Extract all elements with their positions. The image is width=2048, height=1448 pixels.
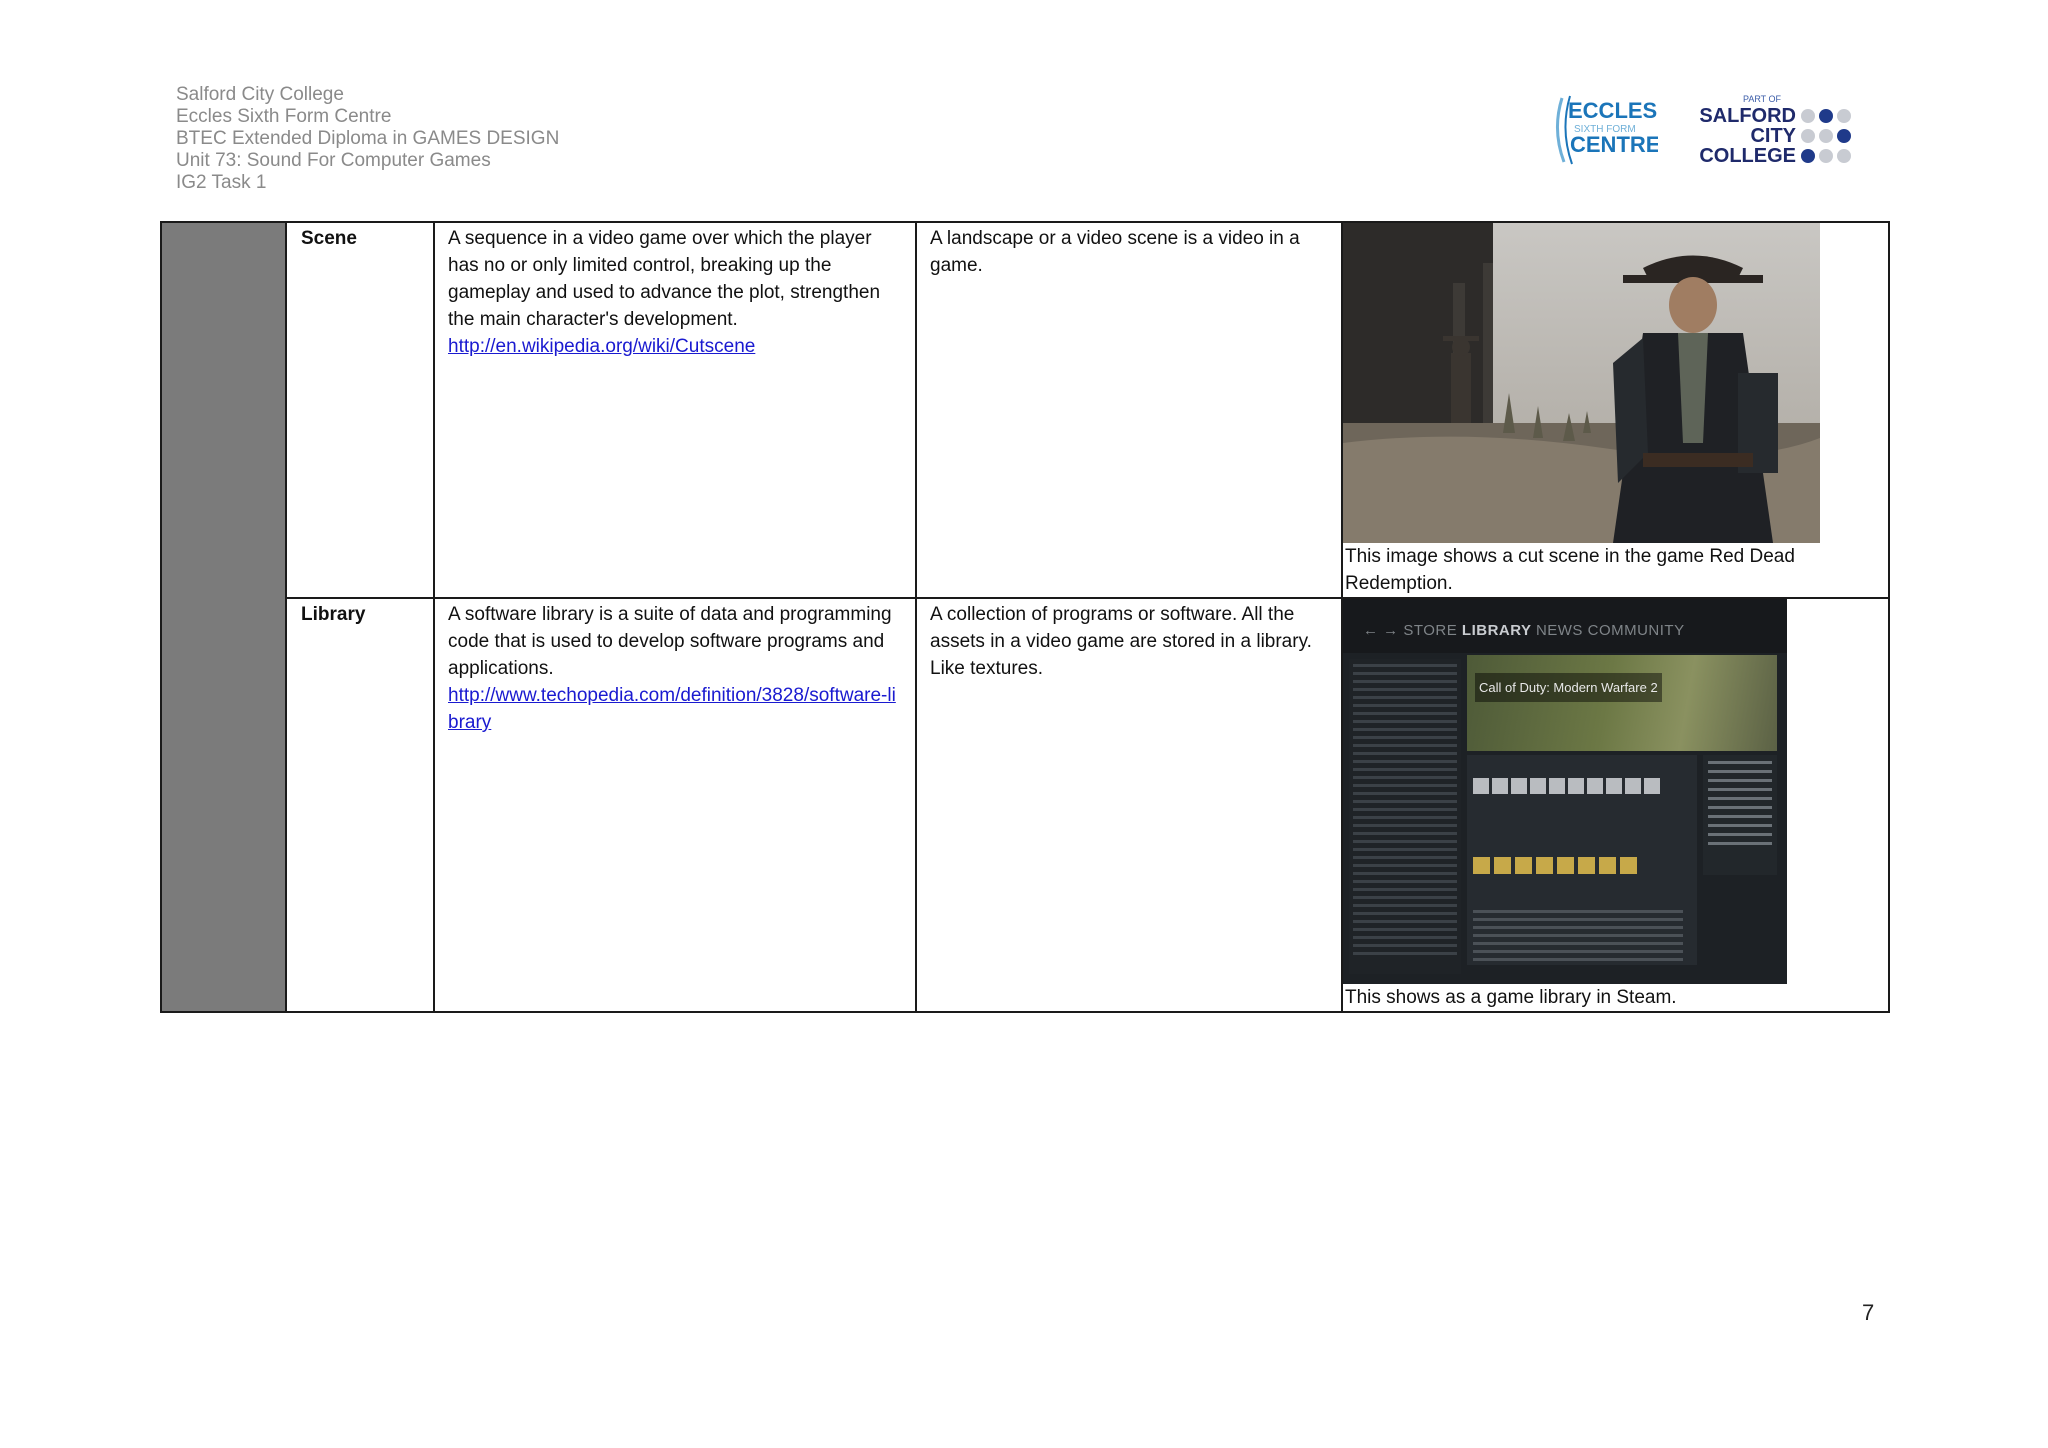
image-cell: This image shows a cut scene in the game… — [1341, 221, 1890, 599]
salford-logo-line1: SALFORD — [1700, 105, 1796, 127]
header-text-block: Salford City College Eccles Sixth Form C… — [176, 84, 559, 194]
table-row: Library A software library is a suite of… — [161, 597, 1890, 1013]
course-title: BTEC Extended Diploma in GAMES DESIGN — [176, 128, 560, 149]
term-label: Library — [301, 604, 366, 625]
red-dead-redemption-image — [1343, 223, 1820, 543]
steam-nav-library: LIBRARY — [1461, 622, 1532, 639]
glossary-table: Scene A sequence in a video game over wh… — [160, 221, 1890, 1013]
salford-logo-part-of: PART OF — [1743, 94, 1782, 104]
steam-links-panel — [1703, 755, 1777, 875]
definition-text: A software library is a suite of data an… — [448, 604, 892, 679]
term-cell: Scene — [285, 221, 435, 599]
image-caption: This shows as a game library in Steam. — [1345, 987, 1677, 1008]
term-cell: Library — [285, 597, 435, 1013]
own-words-cell: A collection of programs or software. Al… — [915, 597, 1343, 1013]
own-words-text: A landscape or a video scene is a video … — [930, 228, 1300, 276]
logo-dots — [1801, 109, 1851, 163]
unit-title: Unit 73: Sound For Computer Games — [176, 150, 491, 171]
side-bar — [160, 221, 287, 1013]
steam-top-bar: ← → STORE LIBRARY NEWS COMMUNITY — [1343, 599, 1787, 653]
steam-game-banner: Call of Duty: Modern Warfare 2 — [1467, 655, 1777, 751]
term-label: Scene — [301, 228, 357, 249]
eccles-centre-logo: ECCLES SIXTH FORM CENTRE — [1555, 95, 1658, 165]
definition-cell: A software library is a suite of data an… — [433, 597, 917, 1013]
salford-logo-line2: CITY — [1750, 125, 1796, 147]
steam-achievement-icons — [1473, 855, 1641, 882]
image-caption: This image shows a cut scene in the game… — [1345, 546, 1795, 594]
table-row: Scene A sequence in a video game over wh… — [160, 221, 1890, 1013]
source-link[interactable]: http://en.wikipedia.org/wiki/Cutscene — [448, 336, 755, 357]
steam-news-lines — [1473, 905, 1683, 966]
steam-library-screenshot: ← → STORE LIBRARY NEWS COMMUNITY Call of… — [1343, 599, 1787, 984]
steam-friends-icons — [1473, 775, 1663, 802]
salford-logo-line3: COLLEGE — [1700, 145, 1796, 167]
task-title: IG2 Task 1 — [176, 172, 267, 193]
steam-game-panel — [1467, 755, 1697, 965]
steam-nav: ← → STORE LIBRARY NEWS COMMUNITY — [1363, 622, 1685, 639]
eccles-logo-line3: CENTRE — [1570, 132, 1658, 157]
eccles-logo-line1: ECCLES — [1568, 98, 1657, 123]
own-words-text: A collection of programs or software. Al… — [930, 604, 1312, 679]
definition-cell: A sequence in a video game over which th… — [433, 221, 917, 599]
college-name: Salford City College — [176, 84, 344, 105]
steam-nav-news: NEWS — [1535, 622, 1583, 639]
steam-nav-store: STORE — [1403, 622, 1458, 639]
image-cell: ← → STORE LIBRARY NEWS COMMUNITY Call of… — [1341, 597, 1890, 1013]
steam-game-list — [1349, 659, 1461, 974]
source-link[interactable]: http://www.techopedia.com/definition/382… — [448, 685, 896, 733]
own-words-cell: A landscape or a video scene is a video … — [915, 221, 1343, 599]
definition-text: A sequence in a video game over which th… — [448, 228, 881, 330]
steam-game-title: Call of Duty: Modern Warfare 2 — [1475, 673, 1662, 702]
salford-city-college-logo: PART OF SALFORD CITY COLLEGE — [1700, 94, 1851, 167]
centre-name: Eccles Sixth Form Centre — [176, 106, 392, 127]
page-number: 7 — [1862, 1300, 1875, 1325]
steam-nav-community: COMMUNITY — [1587, 622, 1685, 639]
